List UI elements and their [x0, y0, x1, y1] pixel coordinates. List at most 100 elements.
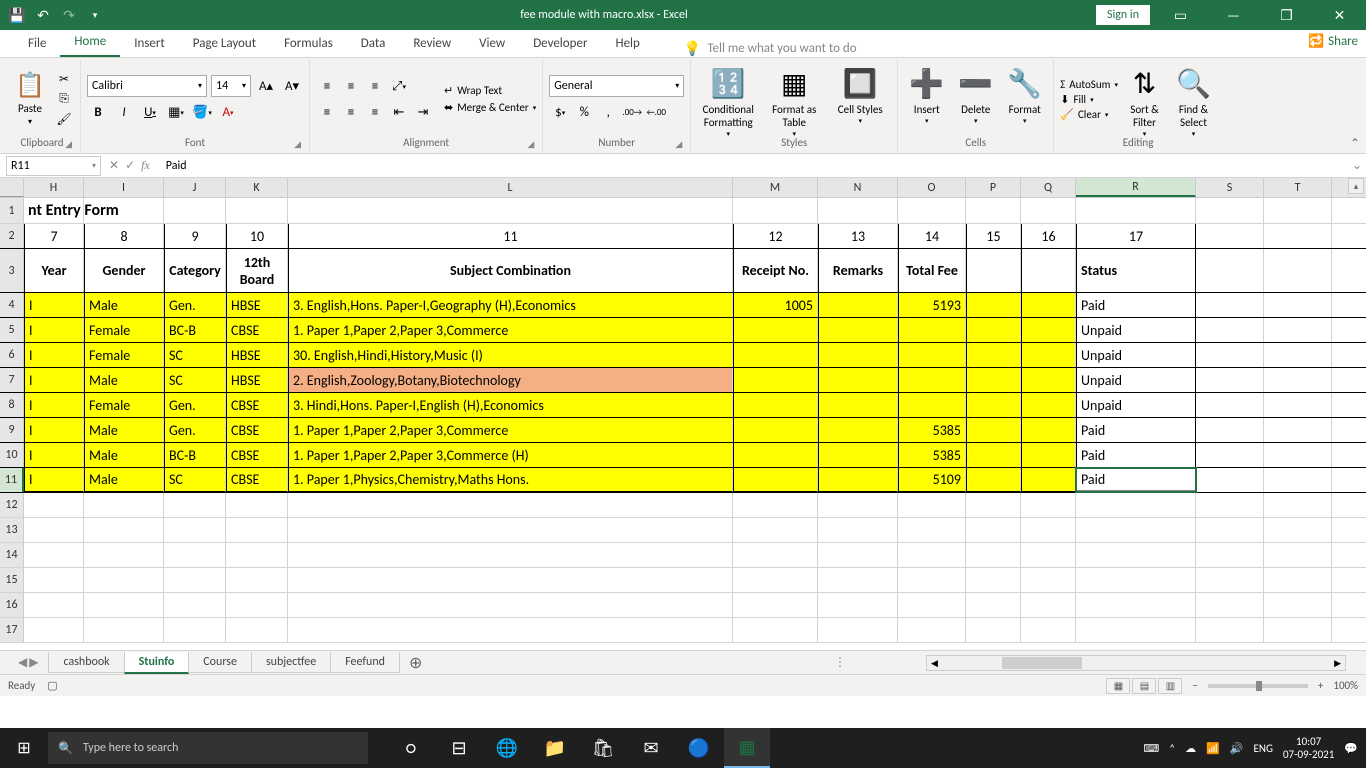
cell[interactable]	[733, 568, 818, 592]
cell[interactable]	[24, 568, 84, 592]
close-icon[interactable]: ✕	[1317, 0, 1362, 30]
cell[interactable]	[84, 518, 164, 542]
cell[interactable]	[733, 618, 818, 642]
conditional-formatting-button[interactable]: 🔢Conditional Formatting▾	[697, 64, 759, 134]
header-board[interactable]: 12th Board	[226, 249, 288, 292]
cell[interactable]	[733, 418, 818, 442]
cell[interactable]	[898, 198, 966, 223]
row-header[interactable]: 4	[0, 293, 24, 317]
cell[interactable]	[966, 593, 1021, 617]
horizontal-scrollbar[interactable]: ◀ ▶	[926, 655, 1346, 671]
align-left-icon[interactable]: ≡	[316, 101, 338, 123]
cell-status[interactable]: Unpaid	[1076, 393, 1196, 417]
cell[interactable]	[966, 543, 1021, 567]
zoom-value[interactable]: 100%	[1333, 679, 1358, 692]
cell[interactable]	[1264, 518, 1332, 542]
cell[interactable]	[1076, 568, 1196, 592]
tab-file[interactable]: File	[14, 30, 60, 57]
cell[interactable]: 1. Paper 1,Physics,Chemistry,Maths Hons.	[288, 468, 733, 492]
header-receipt[interactable]: Receipt No.	[733, 249, 818, 292]
cell[interactable]: 15	[966, 224, 1021, 248]
cell[interactable]	[818, 318, 898, 342]
cell[interactable]	[818, 368, 898, 392]
cell[interactable]	[1196, 543, 1264, 567]
cell[interactable]	[226, 493, 288, 517]
cell[interactable]	[1196, 198, 1264, 223]
scroll-right-icon[interactable]: ▶	[1330, 658, 1345, 669]
cell[interactable]	[1021, 593, 1076, 617]
cell[interactable]	[226, 618, 288, 642]
merge-center-button[interactable]: ⬌Merge & Center ▾	[444, 101, 536, 114]
cell[interactable]: I	[24, 293, 84, 317]
cell[interactable]	[1264, 468, 1332, 492]
expand-formula-bar-icon[interactable]: ⌄	[1348, 158, 1366, 173]
cell[interactable]	[164, 518, 226, 542]
cell[interactable]	[1196, 343, 1264, 367]
cell[interactable]	[966, 368, 1021, 392]
status-dropdown[interactable]: UnpaidPaid	[1077, 490, 1196, 492]
format-painter-icon[interactable]: 🖌	[54, 110, 74, 128]
decrease-font-icon[interactable]: A▾	[281, 75, 303, 97]
cell[interactable]	[1264, 249, 1332, 292]
alignment-launcher-icon[interactable]: ◢	[527, 139, 534, 150]
col-header-i[interactable]: I	[84, 178, 164, 197]
cell[interactable]	[898, 593, 966, 617]
cell[interactable]	[898, 518, 966, 542]
cell[interactable]: Female	[84, 318, 164, 342]
clock[interactable]: 10:07 07-09-2021	[1283, 735, 1334, 761]
cell[interactable]: Male	[84, 418, 164, 442]
cell[interactable]: 5385	[898, 443, 966, 467]
cell[interactable]	[1264, 198, 1332, 223]
cell[interactable]	[288, 618, 733, 642]
cell[interactable]: 1. Paper 1,Paper 2,Paper 3,Commerce	[288, 318, 733, 342]
spreadsheet-grid[interactable]: H I J K L M N O P Q R S T ▴ 1 nt Entry F…	[0, 178, 1366, 650]
cell[interactable]	[1264, 443, 1332, 467]
cell[interactable]: 1005	[733, 293, 818, 317]
cell[interactable]: HBSE	[226, 343, 288, 367]
cell[interactable]: I	[24, 418, 84, 442]
tab-nav[interactable]: ◀▶	[8, 655, 48, 670]
row-header[interactable]: 2	[0, 224, 24, 248]
header-total-fee[interactable]: Total Fee	[898, 249, 966, 292]
start-button[interactable]: ⊞	[0, 728, 48, 768]
cell[interactable]	[84, 493, 164, 517]
sheet-tab-stuinfo[interactable]: Stuinfo	[124, 652, 190, 674]
cell[interactable]	[24, 543, 84, 567]
cell[interactable]: SC	[164, 468, 226, 492]
cell[interactable]: 5193	[898, 293, 966, 317]
cell[interactable]	[898, 618, 966, 642]
cell[interactable]	[24, 618, 84, 642]
col-header-m[interactable]: M	[733, 178, 818, 197]
cell[interactable]	[1076, 593, 1196, 617]
cell[interactable]	[966, 393, 1021, 417]
header-subject[interactable]: Subject Combination	[288, 249, 733, 292]
collapse-ribbon-icon[interactable]: ⌃	[1350, 136, 1360, 151]
cut-icon[interactable]: ✂	[54, 70, 74, 88]
insert-cells-button[interactable]: ➕Insert▾	[904, 64, 949, 134]
cell[interactable]	[1196, 568, 1264, 592]
cell[interactable]: CBSE	[226, 318, 288, 342]
underline-button[interactable]: U ▾	[139, 101, 161, 123]
cell[interactable]	[966, 493, 1021, 517]
number-launcher-icon[interactable]: ◢	[675, 139, 682, 150]
cell[interactable]	[966, 293, 1021, 317]
cell[interactable]	[898, 493, 966, 517]
file-explorer-icon[interactable]: 📁	[532, 728, 578, 768]
fill-button[interactable]: ⬇Fill▾	[1060, 93, 1118, 106]
format-table-button[interactable]: ▦Format as Table▾	[763, 64, 825, 134]
volume-icon[interactable]: 🔊	[1230, 742, 1244, 755]
cell[interactable]	[1264, 593, 1332, 617]
tab-data[interactable]: Data	[347, 30, 400, 57]
cell[interactable]	[1196, 249, 1264, 292]
cell[interactable]	[898, 568, 966, 592]
cortana-icon[interactable]: ○	[388, 728, 434, 768]
page-layout-view-icon[interactable]: ▤	[1132, 678, 1156, 694]
tab-page-layout[interactable]: Page Layout	[179, 30, 270, 57]
col-header-r[interactable]: R	[1076, 178, 1196, 197]
col-header-n[interactable]: N	[818, 178, 898, 197]
cell[interactable]: Gen.	[164, 393, 226, 417]
cell[interactable]	[818, 418, 898, 442]
row-header[interactable]: 12	[0, 493, 24, 517]
find-select-button[interactable]: 🔍Find & Select▾	[1171, 64, 1216, 134]
qat-more-icon[interactable]: ▾	[84, 4, 106, 26]
